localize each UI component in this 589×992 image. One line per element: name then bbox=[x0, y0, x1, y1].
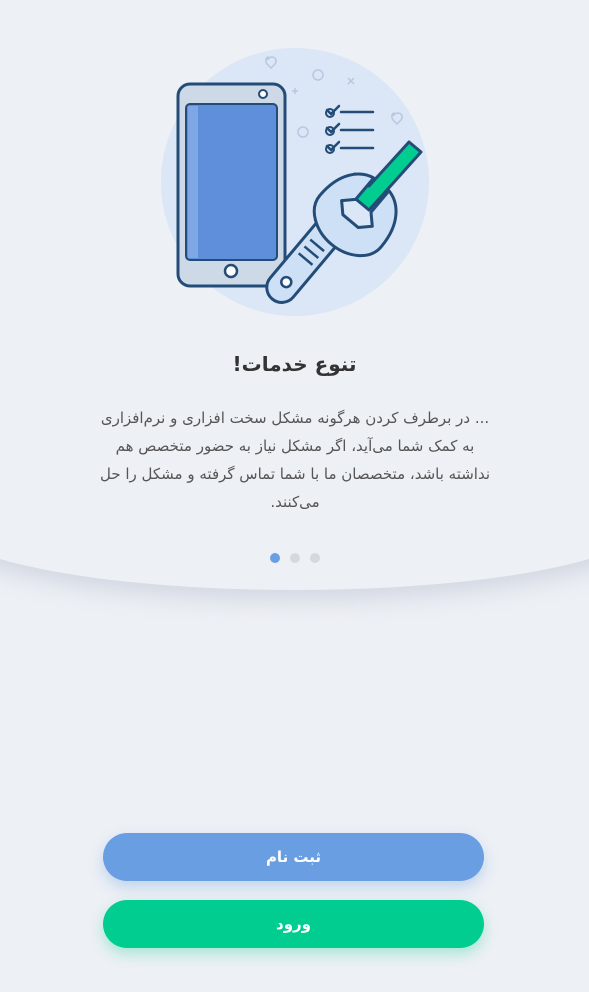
page-indicator bbox=[0, 553, 589, 563]
register-button[interactable]: ثبت نام bbox=[103, 833, 484, 881]
onboarding-description: ... در برطرف کردن هرگونه مشکل سخت افزاری… bbox=[99, 409, 491, 511]
onboarding-title: تنوع خدمات! bbox=[232, 352, 357, 376]
login-button[interactable]: ورود bbox=[103, 900, 484, 948]
page-indicator-dot-2[interactable] bbox=[289, 553, 300, 563]
phone-repair-illustration-icon bbox=[161, 48, 429, 316]
page-indicator-dot-3[interactable] bbox=[309, 553, 320, 563]
page-indicator-dot-1[interactable] bbox=[269, 553, 280, 563]
onboarding-screen: تنوع خدمات! ... در برطرف کردن هرگونه مشک… bbox=[0, 0, 589, 992]
